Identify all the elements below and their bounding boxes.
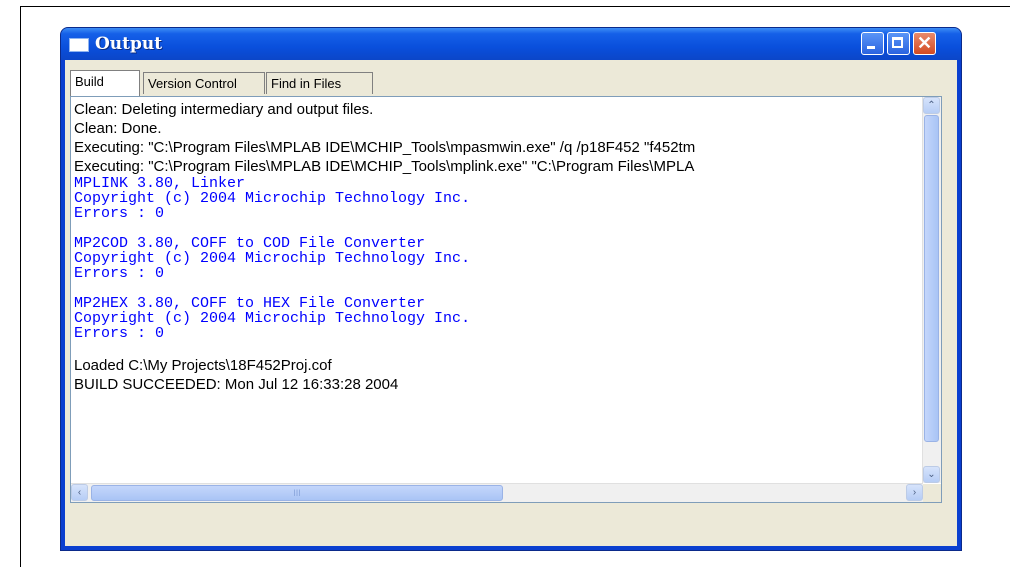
minimize-button[interactable] — [861, 32, 884, 55]
chevron-up-icon: ⌃ — [927, 100, 936, 111]
output-line: Copyright (c) 2004 Microchip Technology … — [74, 310, 471, 327]
vertical-scrollbar[interactable]: ⌃ ⌄ — [922, 97, 941, 483]
scroll-down-button[interactable]: ⌄ — [923, 466, 940, 483]
title-bar[interactable]: Output ✕ — [61, 28, 961, 60]
horizontal-scrollbar[interactable]: ‹ III › — [71, 483, 923, 502]
tab-build[interactable]: Build — [70, 70, 140, 96]
output-line: Executing: "C:\Program Files\MPLAB IDE\M… — [74, 158, 695, 175]
scrollbar-corner — [923, 484, 941, 502]
grip-icon: III — [293, 488, 301, 498]
chevron-left-icon: ‹ — [77, 487, 82, 498]
output-line: MP2COD 3.80, COFF to COD File Converter — [74, 235, 426, 252]
output-line: MP2HEX 3.80, COFF to HEX File Converter — [74, 295, 426, 312]
output-line: Errors : 0 — [74, 325, 165, 342]
output-line: Loaded C:\My Projects\18F452Proj.cof — [74, 357, 332, 374]
window-title: Output — [95, 34, 163, 54]
output-line: Copyright (c) 2004 Microchip Technology … — [74, 190, 471, 207]
output-window: Output ✕ Build Version Control Find in F… — [60, 27, 962, 551]
output-lines: Clean: Deleting intermediary and output … — [74, 100, 921, 482]
chevron-down-icon: ⌄ — [927, 469, 936, 480]
tab-version-control[interactable]: Version Control — [143, 72, 265, 94]
output-line: Clean: Done. — [74, 120, 162, 137]
output-line: Errors : 0 — [74, 265, 165, 282]
frame-top-line — [20, 6, 1010, 7]
build-output-pane[interactable]: Clean: Deleting intermediary and output … — [70, 96, 942, 503]
output-line: Clean: Deleting intermediary and output … — [74, 101, 374, 118]
vertical-scroll-thumb[interactable] — [924, 115, 939, 442]
output-line: Copyright (c) 2004 Microchip Technology … — [74, 250, 471, 267]
output-line: Executing: "C:\Program Files\MPLAB IDE\M… — [74, 139, 696, 156]
tab-find-in-files[interactable]: Find in Files — [266, 72, 373, 94]
maximize-icon — [892, 37, 903, 48]
close-icon: ✕ — [916, 33, 933, 53]
window-client-area: Build Version Control Find in Files Clea… — [65, 60, 957, 546]
horizontal-scroll-thumb[interactable]: III — [91, 485, 503, 501]
output-line: Errors : 0 — [74, 205, 165, 222]
close-button[interactable]: ✕ — [913, 32, 936, 55]
output-line: BUILD SUCCEEDED: Mon Jul 12 16:33:28 200… — [74, 376, 399, 393]
frame-left-line — [20, 6, 21, 567]
scroll-up-button[interactable]: ⌃ — [923, 97, 940, 114]
scroll-right-button[interactable]: › — [906, 484, 923, 501]
maximize-button[interactable] — [887, 32, 910, 55]
chevron-right-icon: › — [912, 487, 917, 498]
output-line: MPLINK 3.80, Linker — [74, 175, 246, 192]
window-icon — [69, 38, 89, 52]
minimize-icon — [867, 46, 875, 49]
scroll-left-button[interactable]: ‹ — [71, 484, 88, 501]
